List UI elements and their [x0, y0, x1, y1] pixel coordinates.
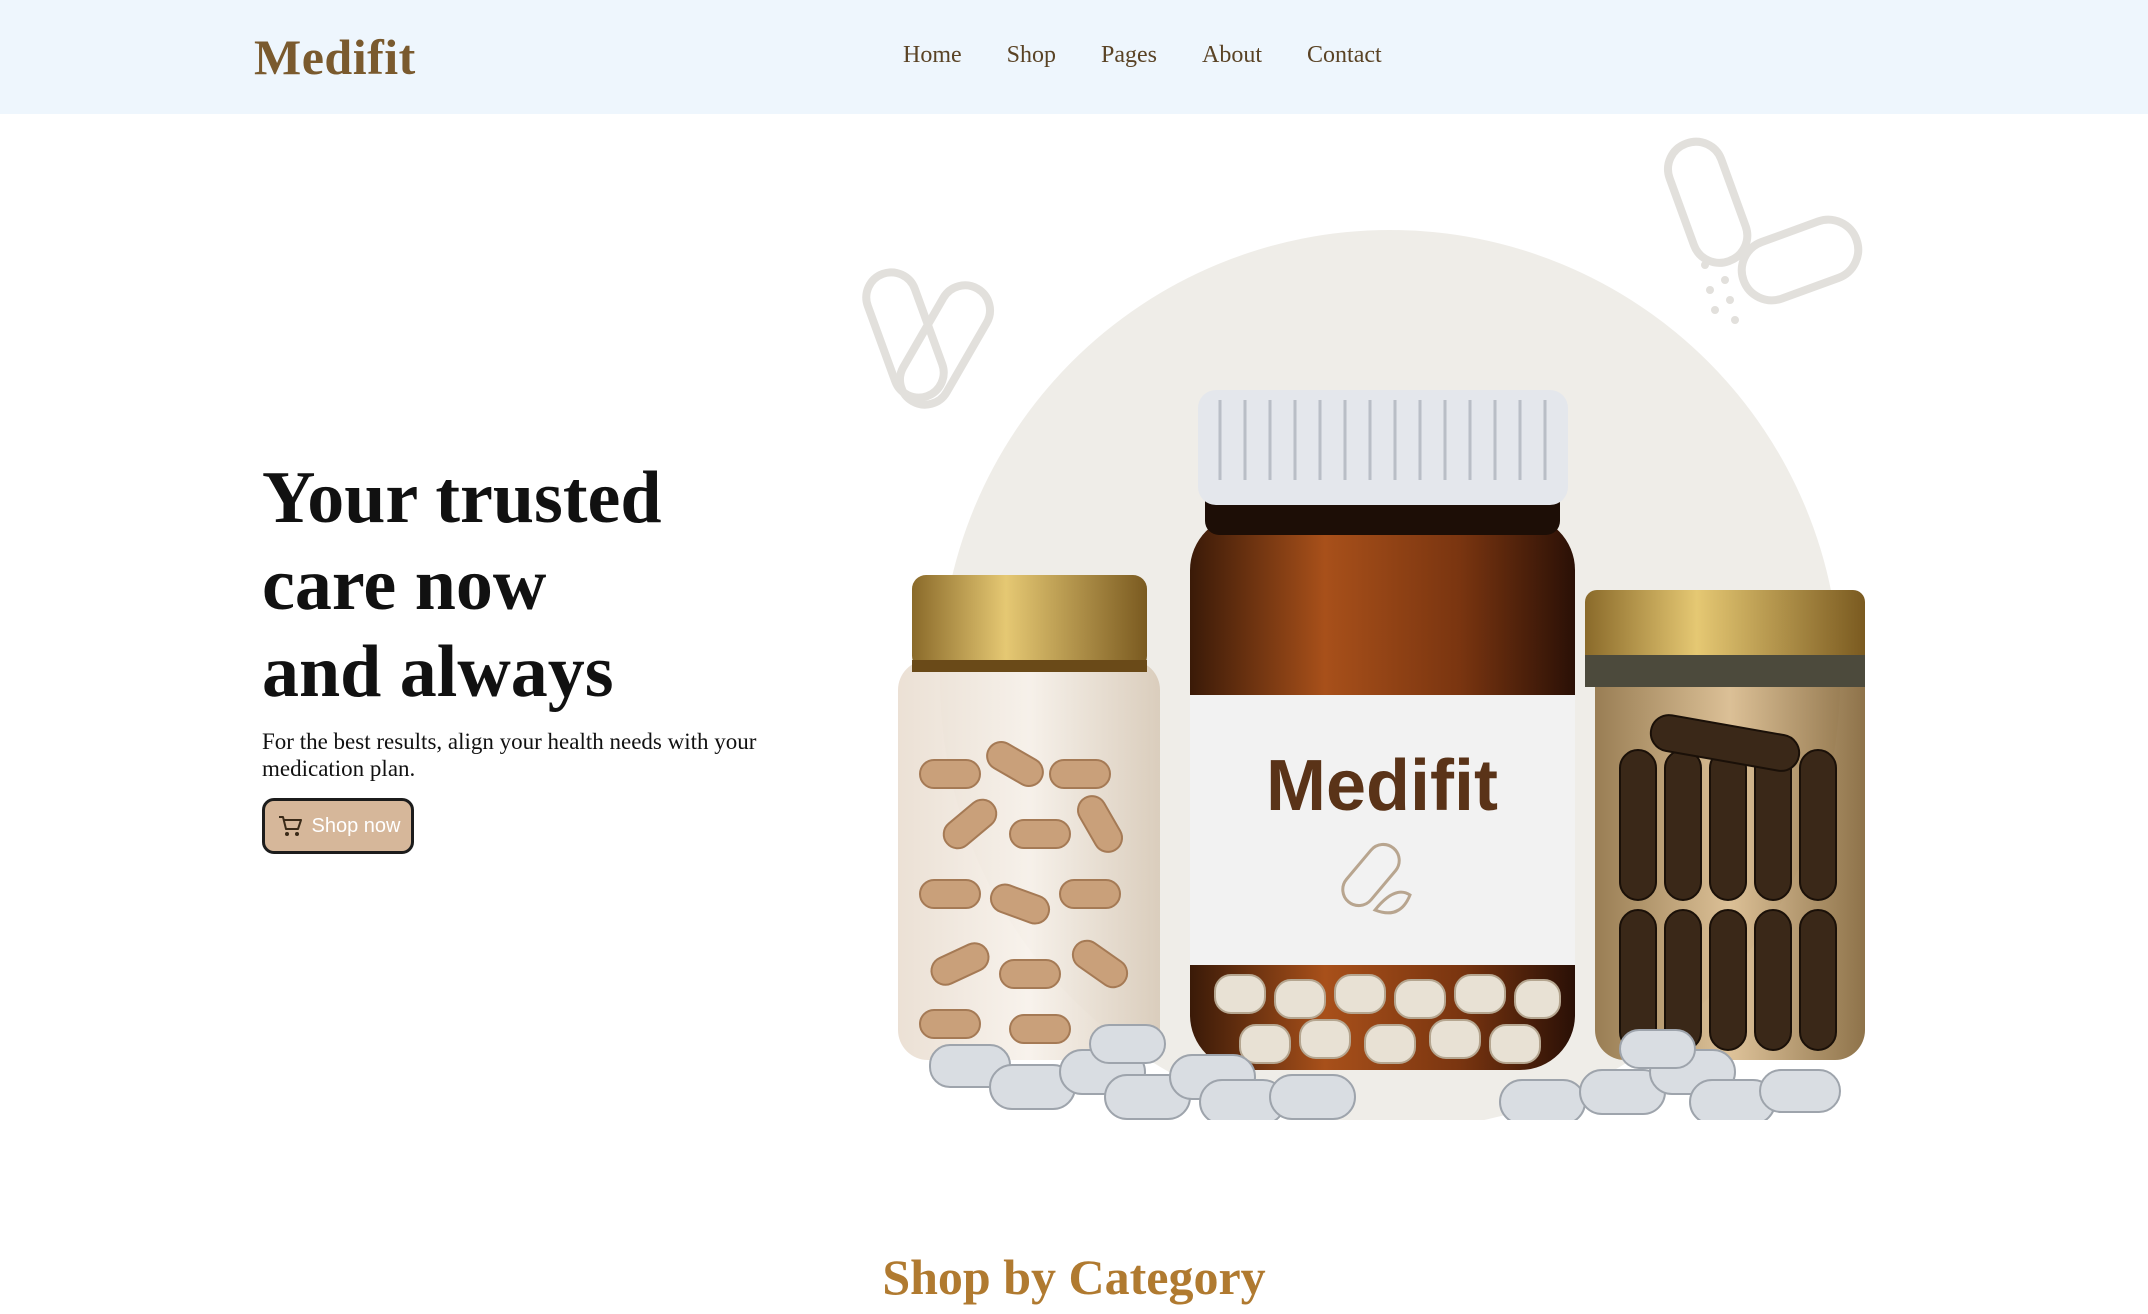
hero-title: Your trusted care now and always [262, 455, 822, 716]
cart-icon [278, 816, 302, 836]
hero-subtitle: For the best results, align your health … [262, 729, 757, 781]
hero-title-line: Your trusted [262, 457, 662, 539]
product-label-text: Medifit [1266, 746, 1498, 826]
brand-logo[interactable]: Medifit [254, 28, 416, 86]
nav-home-link[interactable]: Home [903, 42, 962, 69]
hero-title-line: and always [262, 631, 614, 713]
hero-title-line: care now [262, 544, 547, 626]
shop-now-button[interactable]: Shop now [262, 798, 414, 854]
shop-now-label: Shop now [311, 814, 401, 837]
site-header: Medifit Home Shop Pages About Contact [0, 0, 2148, 114]
main-nav: Home Shop Pages About Contact [903, 42, 1427, 69]
product-illustration: Medifit [862, 137, 1865, 1120]
nav-pages-link[interactable]: Pages [1101, 42, 1157, 69]
center-amber-bottle: Medifit [1190, 390, 1575, 1070]
nav-contact-link[interactable]: Contact [1307, 42, 1382, 69]
nav-about-link[interactable]: About [1202, 42, 1262, 69]
right-capsule-jar [1585, 590, 1865, 1060]
powder-dots [1701, 261, 1739, 324]
left-capsule-jar [898, 575, 1160, 1060]
nav-shop-link[interactable]: Shop [1007, 42, 1056, 69]
shop-by-category-heading: Shop by Category [882, 1249, 1266, 1305]
